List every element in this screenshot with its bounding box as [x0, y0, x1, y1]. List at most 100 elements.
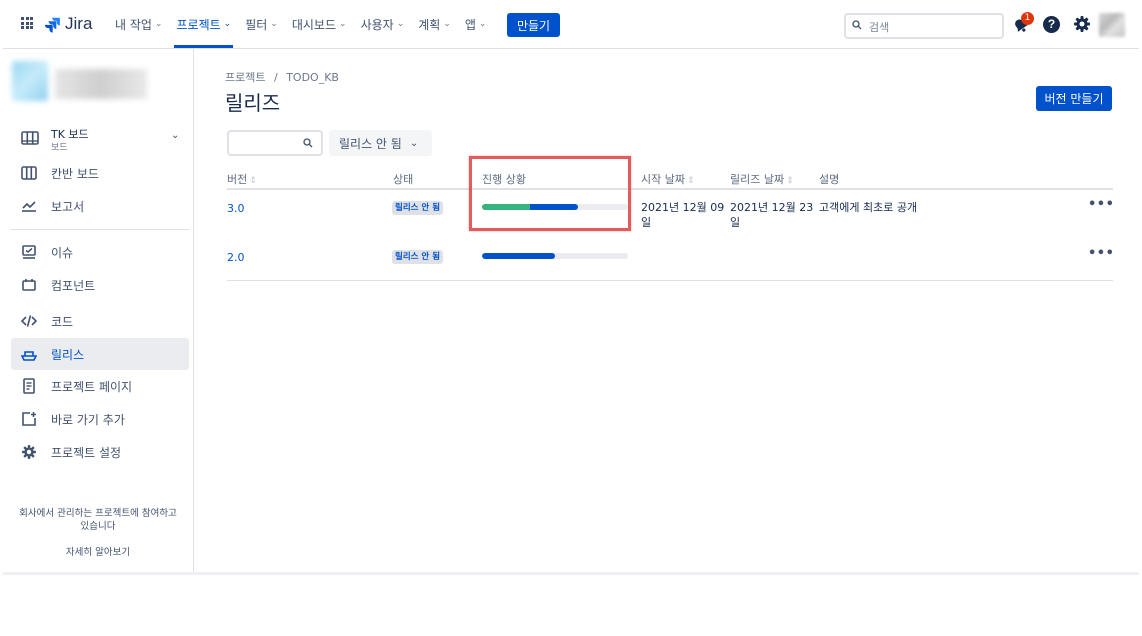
- notice-line-1: 회사에서 관리하는 프로젝트에 참여하고: [19, 508, 177, 519]
- sort-icon: ⇕: [249, 176, 257, 186]
- jira-logo[interactable]: Jira: [44, 14, 92, 34]
- menu-label: 앱: [464, 17, 476, 32]
- status-badge: 릴리스 안 됨: [392, 250, 444, 264]
- column-header-version[interactable]: 버전 ⇕: [227, 171, 257, 187]
- menu-projects[interactable]: 프로젝트 ⌄: [172, 0, 235, 48]
- chevron-down-icon: ⌄: [396, 19, 405, 29]
- board-icon: [21, 131, 39, 145]
- settings-gear-icon[interactable]: [1073, 15, 1091, 33]
- release-status-filter[interactable]: 릴리스 안 됨 ⌄: [329, 130, 432, 156]
- search-input[interactable]: [867, 17, 996, 37]
- row-spacer: [227, 238, 1113, 239]
- sidebar-item-label: 프로젝트 페이지: [51, 380, 133, 394]
- sidebar-item-issues[interactable]: 이슈: [11, 236, 189, 268]
- version-search-input[interactable]: [234, 134, 302, 154]
- menu-filters[interactable]: 필터 ⌄: [241, 0, 282, 48]
- progress-bar[interactable]: [482, 253, 628, 259]
- sidebar-item-label: 프로젝트 설정: [51, 446, 122, 460]
- notifications-button[interactable]: 1: [1012, 12, 1034, 36]
- header-label: 상태: [393, 173, 414, 186]
- menu-dashboards[interactable]: 대시보드 ⌄: [288, 0, 351, 48]
- breadcrumb-project[interactable]: TODO_KB: [286, 71, 339, 84]
- column-header-description: 설명: [819, 171, 839, 187]
- menu-apps[interactable]: 앱 ⌄: [461, 0, 491, 48]
- more-actions-icon[interactable]: •••: [1088, 246, 1114, 261]
- sidebar-item-code[interactable]: 코드: [11, 305, 189, 337]
- app-switcher-icon[interactable]: [21, 17, 33, 29]
- sidebar-item-label: 컴포넌트: [51, 279, 96, 293]
- version-link[interactable]: 3.0: [227, 201, 245, 216]
- sidebar-item-add-shortcut[interactable]: 바로 가기 추가: [11, 403, 189, 435]
- sort-icon: ⇕: [786, 176, 794, 186]
- chevron-down-icon: ⌄: [154, 19, 163, 29]
- sidebar-item-kanban-board[interactable]: 칸반 보드: [11, 157, 189, 189]
- create-button[interactable]: 만들기: [507, 13, 560, 37]
- start-date: 2021년 12월 09일: [641, 201, 725, 229]
- sidebar-item-label: 릴리스: [51, 348, 85, 362]
- project-avatar[interactable]: [12, 61, 48, 101]
- board-type: 보드: [51, 143, 68, 153]
- issues-icon: [22, 245, 36, 259]
- chevron-down-icon: ⌄: [409, 137, 419, 149]
- menu-label: 계획: [418, 17, 441, 32]
- sidebar-item-components[interactable]: 컴포넌트: [11, 269, 189, 301]
- sidebar-item-label: 칸반 보드: [51, 167, 99, 181]
- notification-count-badge: 1: [1021, 12, 1034, 25]
- main-menu: 내 작업 ⌄ 프로젝트 ⌄ 필터 ⌄ 대시보드 ⌄ 사용자 ⌄ 계획 ⌄ 앱 ⌄: [111, 0, 496, 48]
- app-window: Jira 내 작업 ⌄ 프로젝트 ⌄ 필터 ⌄ 대시보드 ⌄ 사용자 ⌄ 계획 ⌄ 앱 ⌄ 만…: [3, 0, 1139, 574]
- header-label: 설명: [819, 173, 840, 186]
- project-settings-icon: [22, 445, 36, 459]
- menu-label: 사용자: [360, 17, 394, 32]
- learn-more-link[interactable]: 자세히 알아보기: [3, 546, 193, 559]
- top-navigation: Jira 내 작업 ⌄ 프로젝트 ⌄ 필터 ⌄ 대시보드 ⌄ 사용자 ⌄ 계획 ⌄ 앱 ⌄ 만…: [3, 0, 1139, 49]
- chevron-down-icon: ⌄: [171, 130, 180, 141]
- sidebar-item-label: 바로 가기 추가: [51, 413, 125, 427]
- table-bottom-divider: [227, 280, 1113, 281]
- menu-plans[interactable]: 계획 ⌄: [414, 0, 455, 48]
- sidebar-item-project-settings[interactable]: 프로젝트 설정: [11, 436, 189, 468]
- breadcrumb: 프로젝트 / TODO_KB: [225, 69, 339, 85]
- header-label: 버전: [227, 173, 248, 186]
- table-header-divider: [227, 188, 1113, 190]
- version-link[interactable]: 2.0: [227, 250, 245, 265]
- column-header-status: 상태: [393, 171, 413, 187]
- menu-label: 프로젝트: [176, 17, 221, 32]
- releases-icon: [21, 351, 37, 361]
- menu-people[interactable]: 사용자 ⌄: [357, 0, 409, 48]
- sort-icon: ⇕: [686, 176, 695, 186]
- sidebar-item-reports[interactable]: 보고서: [11, 190, 189, 222]
- global-search[interactable]: [844, 13, 1004, 39]
- chevron-down-icon: ⌄: [223, 19, 232, 29]
- sidebar-item-releases[interactable]: 릴리스: [11, 338, 189, 370]
- chevron-down-icon: ⌄: [478, 19, 487, 29]
- status-filter-label: 릴리스 안 됨: [339, 136, 402, 151]
- menu-your-work[interactable]: 내 작업 ⌄: [111, 0, 166, 48]
- status-badge: 릴리스 안 됨: [392, 201, 444, 215]
- sidebar-item-label: 코드: [51, 315, 74, 329]
- column-header-release-date[interactable]: 릴리즈 날짜 ⇕: [730, 171, 794, 187]
- components-icon: [22, 279, 36, 291]
- menu-label: 내 작업: [115, 17, 152, 32]
- header-label: 릴리즈 날짜: [730, 173, 785, 186]
- menu-label: 필터: [245, 17, 268, 32]
- breadcrumb-projects[interactable]: 프로젝트: [225, 71, 265, 84]
- kanban-board-icon: [21, 166, 37, 180]
- user-avatar[interactable]: [1099, 13, 1125, 37]
- project-pages-icon: [23, 378, 35, 394]
- chevron-down-icon: ⌄: [443, 19, 451, 29]
- release-date: 2021년 12월 23일: [730, 201, 814, 229]
- help-icon[interactable]: ?: [1043, 16, 1060, 33]
- chevron-down-icon: ⌄: [270, 19, 278, 29]
- board-selector[interactable]: TK 보드 보드 ⌄: [11, 121, 187, 155]
- progress-in-progress-segment: [482, 253, 555, 259]
- search-icon: [852, 20, 862, 30]
- create-version-button[interactable]: 버전 만들기: [1036, 86, 1112, 111]
- sidebar-item-project-pages[interactable]: 프로젝트 페이지: [11, 370, 189, 402]
- managed-project-notice: 회사에서 관리하는 프로젝트에 참여하고 있습니다 자세히 알아보기: [3, 507, 193, 559]
- reports-icon: [22, 201, 36, 212]
- column-header-start-date[interactable]: 시작 날짜 ⇕: [641, 171, 695, 187]
- version-search[interactable]: [227, 130, 323, 156]
- code-icon: [21, 315, 37, 327]
- releases-page: 프로젝트 / TODO_KB 릴리즈 버전 만들기 릴리스 안 됨 ⌄ 버전 ⇕ …: [225, 49, 1114, 574]
- more-actions-icon[interactable]: •••: [1088, 197, 1114, 212]
